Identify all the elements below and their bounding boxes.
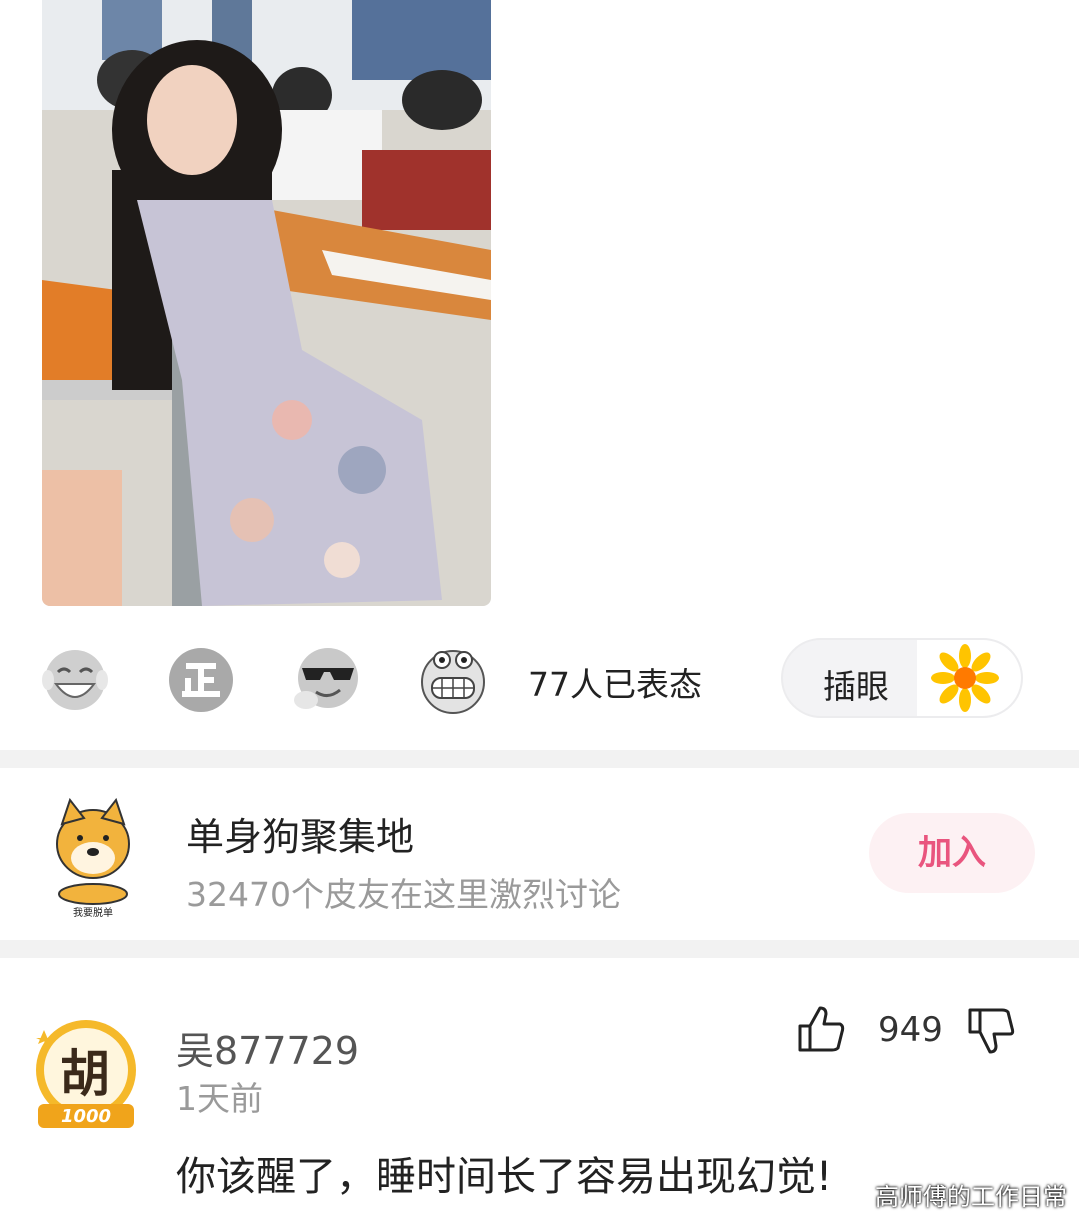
commenter-avatar-char: 胡 [60, 1045, 110, 1103]
watermark: 高师傅的工作日常 [875, 1183, 1067, 1211]
group-name[interactable]: 单身狗聚集地 [186, 806, 414, 861]
grinning-teeth-emoji-icon[interactable] [418, 644, 488, 714]
commenter-avatar-badge: 1000天 [60, 1106, 112, 1152]
group-avatar-caption: 我要脱单 [73, 908, 113, 919]
post-photo[interactable] [42, 0, 491, 606]
correct-zheng-emoji-icon[interactable] [166, 644, 236, 714]
section-divider [0, 750, 1079, 768]
comment-username[interactable]: 吴877729 [176, 1020, 359, 1075]
commenter-avatar[interactable]: 胡 1000天 [30, 1016, 142, 1152]
group-description: 32470个皮友在这里激烈讨论 [186, 875, 621, 914]
reaction-count: 77人已表态 [528, 665, 702, 704]
group-card[interactable]: 我要脱单 单身狗聚集地 32470个皮友在这里激烈讨论 加入 [0, 768, 1079, 940]
thumbs-down-icon[interactable] [966, 1006, 1016, 1056]
section-divider [0, 940, 1079, 958]
thumbs-up-icon[interactable] [796, 1004, 846, 1054]
peek-button[interactable]: 插眼 [781, 638, 1023, 718]
laughing-tears-emoji-icon[interactable] [40, 644, 110, 714]
sunflower-icon [917, 640, 1021, 716]
sunglasses-cool-emoji-icon[interactable] [292, 644, 362, 714]
group-avatar[interactable]: 我要脱单 [50, 797, 136, 919]
comment-text: 你该醒了，睡时间长了容易出现幻觉! [176, 1154, 833, 1200]
join-button[interactable]: 加入 [869, 813, 1035, 893]
reaction-bar: 77人已表态 插眼 [0, 630, 1079, 730]
comment-time: 1天前 [176, 1079, 263, 1118]
like-count: 949 [878, 1010, 943, 1050]
peek-button-label: 插眼 [823, 667, 889, 706]
